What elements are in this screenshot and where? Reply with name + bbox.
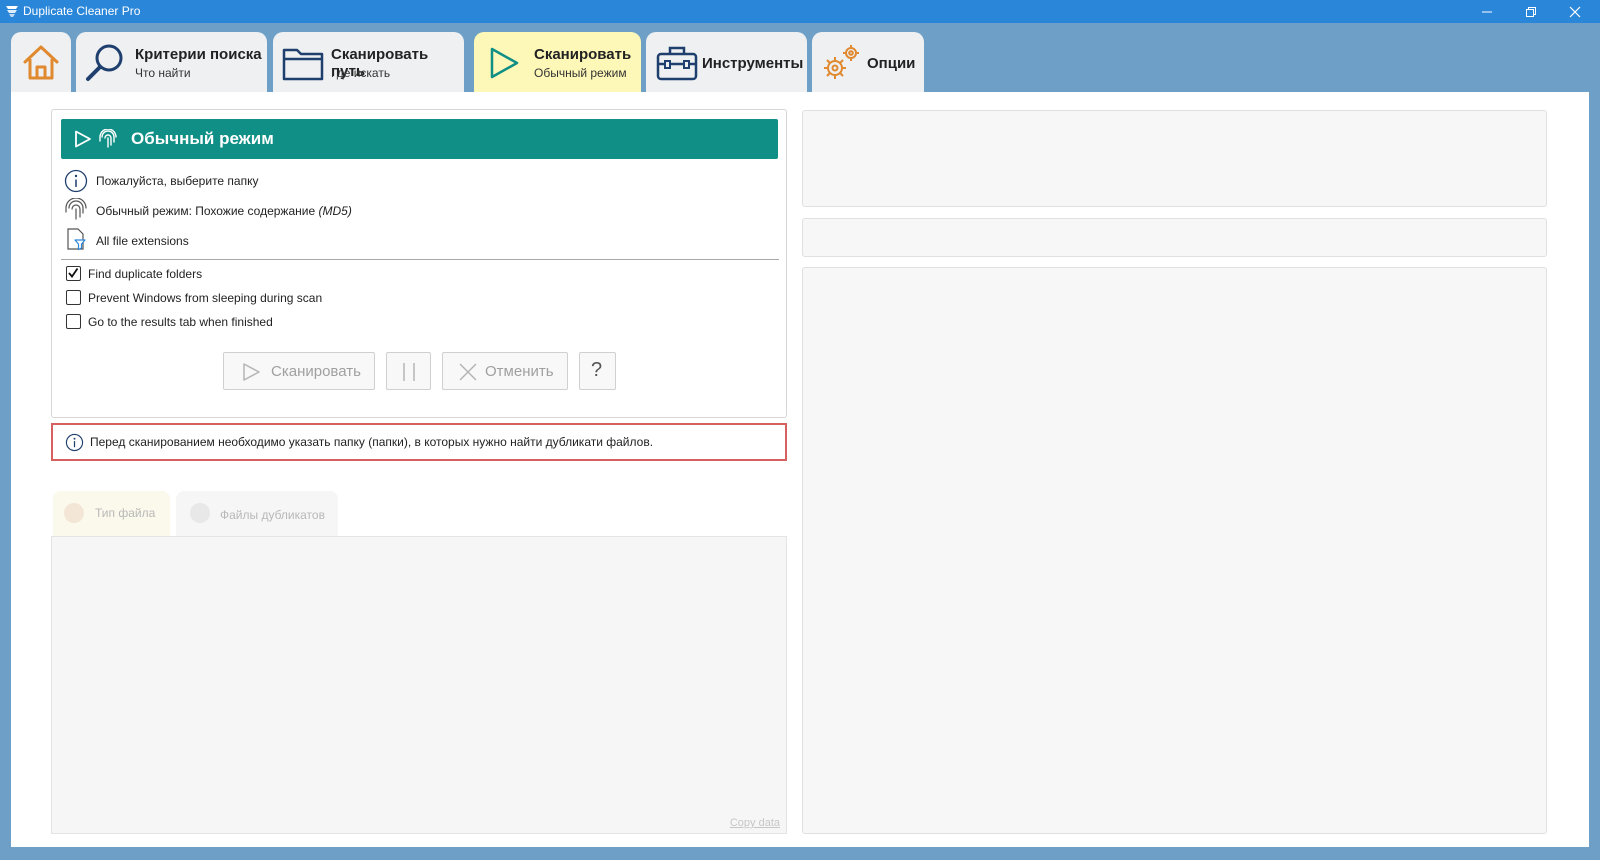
tab-sublabel: Обычный режим: [534, 66, 627, 80]
play-icon: [75, 130, 91, 148]
warning-message-box: Перед сканированием необходимо указать п…: [51, 423, 787, 461]
checkmark-icon: [68, 267, 79, 278]
go-to-results-label: Go to the results tab when finished: [88, 315, 273, 329]
pause-button[interactable]: [386, 352, 431, 390]
tab-search-criteria[interactable]: Критерии поиска Что найти: [76, 32, 267, 92]
right-top-panel: [802, 110, 1547, 207]
help-button[interactable]: ?: [579, 352, 616, 390]
info-icon: [64, 169, 88, 193]
scan-button[interactable]: Сканировать: [223, 352, 375, 390]
scan-mode-hash: (MD5): [318, 204, 352, 218]
find-duplicate-folders-checkbox[interactable]: [66, 266, 81, 281]
tab-options[interactable]: Опции: [812, 32, 924, 92]
fingerprint-icon: [99, 129, 117, 148]
window-title: Duplicate Cleaner Pro: [23, 4, 141, 18]
tab-label: Критерии поиска: [135, 46, 262, 63]
minimize-icon: [1482, 11, 1492, 12]
tab-duplicate-files[interactable]: Файлы дубликатов: [176, 491, 338, 536]
cancel-button-label: Отменить: [485, 363, 554, 380]
gears-icon: [824, 45, 859, 79]
file-filter-icon: [67, 228, 86, 251]
restore-button[interactable]: [1509, 0, 1553, 23]
cancel-button[interactable]: Отменить: [442, 352, 568, 390]
scan-mode-title: Обычный режим: [131, 129, 274, 148]
scan-mode-text: Обычный режим: Похожие содержание: [96, 204, 319, 218]
tab-home[interactable]: [11, 32, 71, 92]
toolbox-icon: [656, 46, 698, 81]
info-scan-mode: Обычный режим: Похожие содержание (MD5): [96, 204, 352, 218]
pause-icon: [403, 363, 415, 381]
play-icon: [243, 363, 260, 381]
app-logo-icon: [6, 6, 18, 17]
prevent-sleep-label: Prevent Windows from sleeping during sca…: [88, 291, 323, 305]
pie-chart-icon: [64, 503, 84, 523]
tab-sublabel: Что найти: [135, 66, 191, 80]
fingerprint-icon: [65, 198, 87, 220]
help-button-label: ?: [591, 359, 603, 381]
magnifier-icon: [86, 44, 123, 81]
info-file-extensions: All file extensions: [96, 234, 189, 248]
tab-file-type-label: Тип файла: [95, 506, 156, 520]
tab-sublabel: Где искать: [331, 66, 391, 80]
restore-icon: [1526, 6, 1536, 17]
warning-text: Перед сканированием необходимо указать п…: [90, 435, 654, 449]
tab-label: Сканировать: [534, 46, 632, 63]
tab-label: Инструменты: [702, 55, 804, 72]
go-to-results-checkbox[interactable]: [66, 314, 81, 329]
right-middle-panel: [802, 218, 1547, 257]
cancel-x-icon: [459, 363, 477, 381]
tab-label: Опции: [867, 55, 916, 72]
home-icon: [23, 45, 59, 80]
tab-file-type[interactable]: Тип файла: [53, 491, 170, 536]
play-icon: [490, 47, 519, 79]
scan-button-label: Сканировать: [271, 363, 361, 380]
find-duplicate-folders-label: Find duplicate folders: [88, 267, 203, 281]
copy-data-link[interactable]: Copy data: [730, 817, 780, 829]
tab-scan[interactable]: Сканировать Обычный режим: [474, 32, 641, 92]
info-select-folder: Пожалуйста, выберите папку: [96, 174, 259, 188]
results-summary-panel: Copy data: [51, 536, 787, 834]
prevent-sleep-checkbox[interactable]: [66, 290, 81, 305]
close-button[interactable]: [1553, 0, 1597, 23]
close-icon: [1569, 6, 1581, 17]
scan-mode-header: Обычный режим: [61, 119, 778, 159]
title-bar: Duplicate Cleaner Pro: [0, 0, 1600, 23]
divider: [61, 259, 779, 260]
right-bottom-panel: [802, 267, 1547, 834]
files-icon: [190, 503, 210, 523]
minimize-button[interactable]: [1465, 0, 1509, 23]
tab-scan-path[interactable]: Сканировать путь Где искать: [273, 32, 464, 92]
tab-duplicate-files-label: Файлы дубликатов: [220, 508, 325, 522]
folder-icon: [282, 48, 324, 81]
tab-tools[interactable]: Инструменты: [646, 32, 807, 92]
info-icon: [65, 433, 84, 452]
